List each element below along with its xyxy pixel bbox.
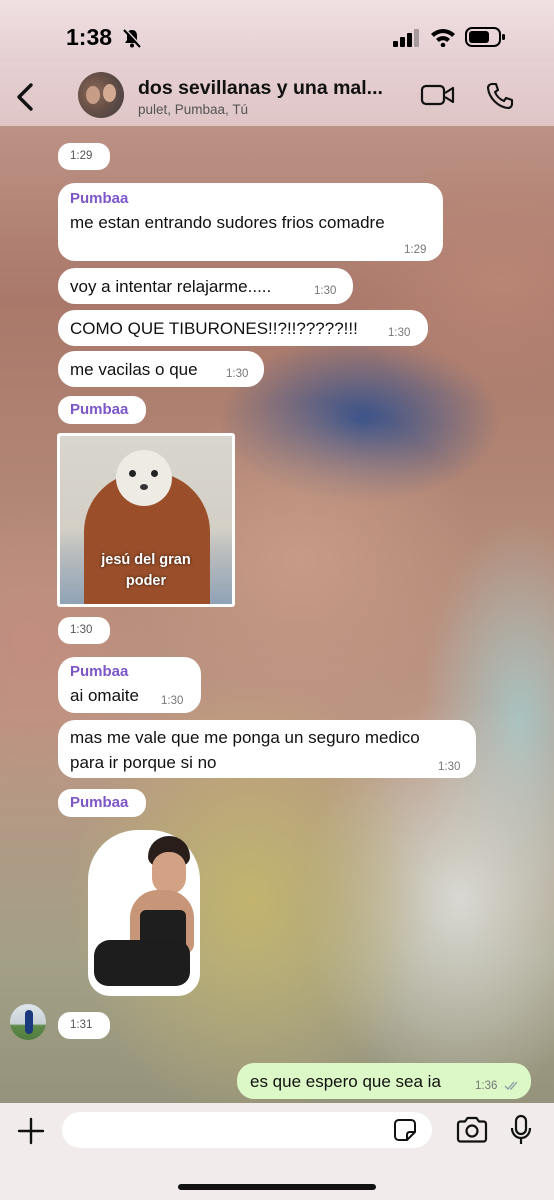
message-bubble[interactable]: voy a intentar relajarme..... 1:30 (58, 268, 353, 304)
mute-bell-icon (123, 28, 142, 48)
group-avatar[interactable] (78, 72, 124, 118)
status-time: 1:38 (66, 24, 113, 50)
message-time-chip: 1:30 (58, 617, 110, 644)
avatar-face-1 (86, 86, 100, 104)
message-time: 1:29 (404, 244, 427, 256)
sender-name[interactable]: Pumbaa (70, 663, 128, 680)
sender-avatar[interactable] (10, 1004, 46, 1040)
message-text: me estan entrando sudores frios comadre (70, 213, 385, 232)
home-indicator (178, 1184, 376, 1190)
video-call-icon[interactable] (420, 83, 456, 107)
sender-name[interactable]: Pumbaa (70, 401, 128, 418)
dog-eye-right (151, 470, 158, 477)
message-text: me vacilas o que (70, 360, 198, 379)
message-text: COMO QUE TIBURONES!!?!!?????!!! (70, 319, 358, 338)
phone-icon[interactable] (485, 81, 515, 111)
sender-name[interactable]: Pumbaa (70, 190, 128, 207)
system-time-chip: 1:29 (58, 143, 110, 170)
message-time: 1:36 (475, 1080, 498, 1092)
image-caption-line-2: poder (125, 573, 167, 589)
message-time: 1:30 (438, 761, 461, 773)
message-bubble[interactable]: Pumbaa ai omaite 1:30 (58, 657, 201, 713)
outgoing-message-bubble[interactable]: es que espero que sea ia 1:36 (237, 1063, 531, 1099)
sender-name[interactable]: Pumbaa (70, 794, 128, 811)
message-text-line-2: para ir porque si no (70, 753, 217, 772)
camera-icon[interactable] (455, 1116, 489, 1144)
status-bar: 1:38 (0, 0, 554, 70)
image-message[interactable]: jesú del gran poder (57, 433, 235, 607)
message-input[interactable] (62, 1112, 432, 1148)
message-text: es que espero que sea ia (250, 1072, 441, 1091)
message-time: 1:30 (226, 368, 249, 380)
image-caption-line-1: jesú del gran (101, 552, 191, 568)
sticker-face (152, 852, 186, 894)
sticker-legs (94, 940, 190, 986)
group-title[interactable]: dos sevillanas y una mal... (138, 77, 383, 100)
message-time: 1:30 (388, 327, 411, 339)
battery-icon (465, 27, 505, 47)
sticker-icon[interactable] (393, 1118, 417, 1142)
wifi-icon (431, 29, 455, 47)
plus-icon[interactable] (16, 1116, 46, 1146)
signal-icon (393, 29, 419, 47)
dog-nose (140, 484, 148, 490)
message-bubble[interactable]: COMO QUE TIBURONES!!?!!?????!!! 1:30 (58, 310, 428, 346)
sticker-message[interactable] (88, 830, 200, 996)
message-text: ai omaite (70, 686, 139, 705)
avatar-face-2 (103, 84, 116, 102)
message-bubble[interactable]: me vacilas o que 1:30 (58, 351, 264, 387)
sender-chip[interactable]: Pumbaa (58, 396, 146, 424)
composer-bar (0, 1103, 554, 1200)
message-bubble[interactable]: mas me vale que me ponga un seguro medic… (58, 720, 476, 778)
image-caption: jesú del gran poder (60, 550, 232, 592)
message-time: 1:30 (314, 285, 337, 297)
back-chevron-icon[interactable] (14, 82, 36, 112)
message-time-chip: 1:31 (58, 1012, 110, 1039)
avatar-figure (25, 1010, 33, 1034)
dog-face (116, 450, 172, 506)
chat-header: dos sevillanas y una mal... pulet, Pumba… (0, 62, 554, 126)
message-text: voy a intentar relajarme..... (70, 277, 272, 296)
sender-chip[interactable]: Pumbaa (58, 789, 146, 817)
message-bubble[interactable]: Pumbaa me estan entrando sudores frios c… (58, 183, 443, 261)
message-text-line-1: mas me vale que me ponga un seguro medic… (70, 728, 420, 747)
message-time: 1:30 (161, 695, 184, 707)
read-check-icon (504, 1081, 518, 1090)
mic-icon[interactable] (509, 1114, 533, 1146)
dog-eye-left (129, 470, 136, 477)
meme-image: jesú del gran poder (60, 436, 232, 604)
group-members[interactable]: pulet, Pumbaa, Tú (138, 102, 248, 117)
